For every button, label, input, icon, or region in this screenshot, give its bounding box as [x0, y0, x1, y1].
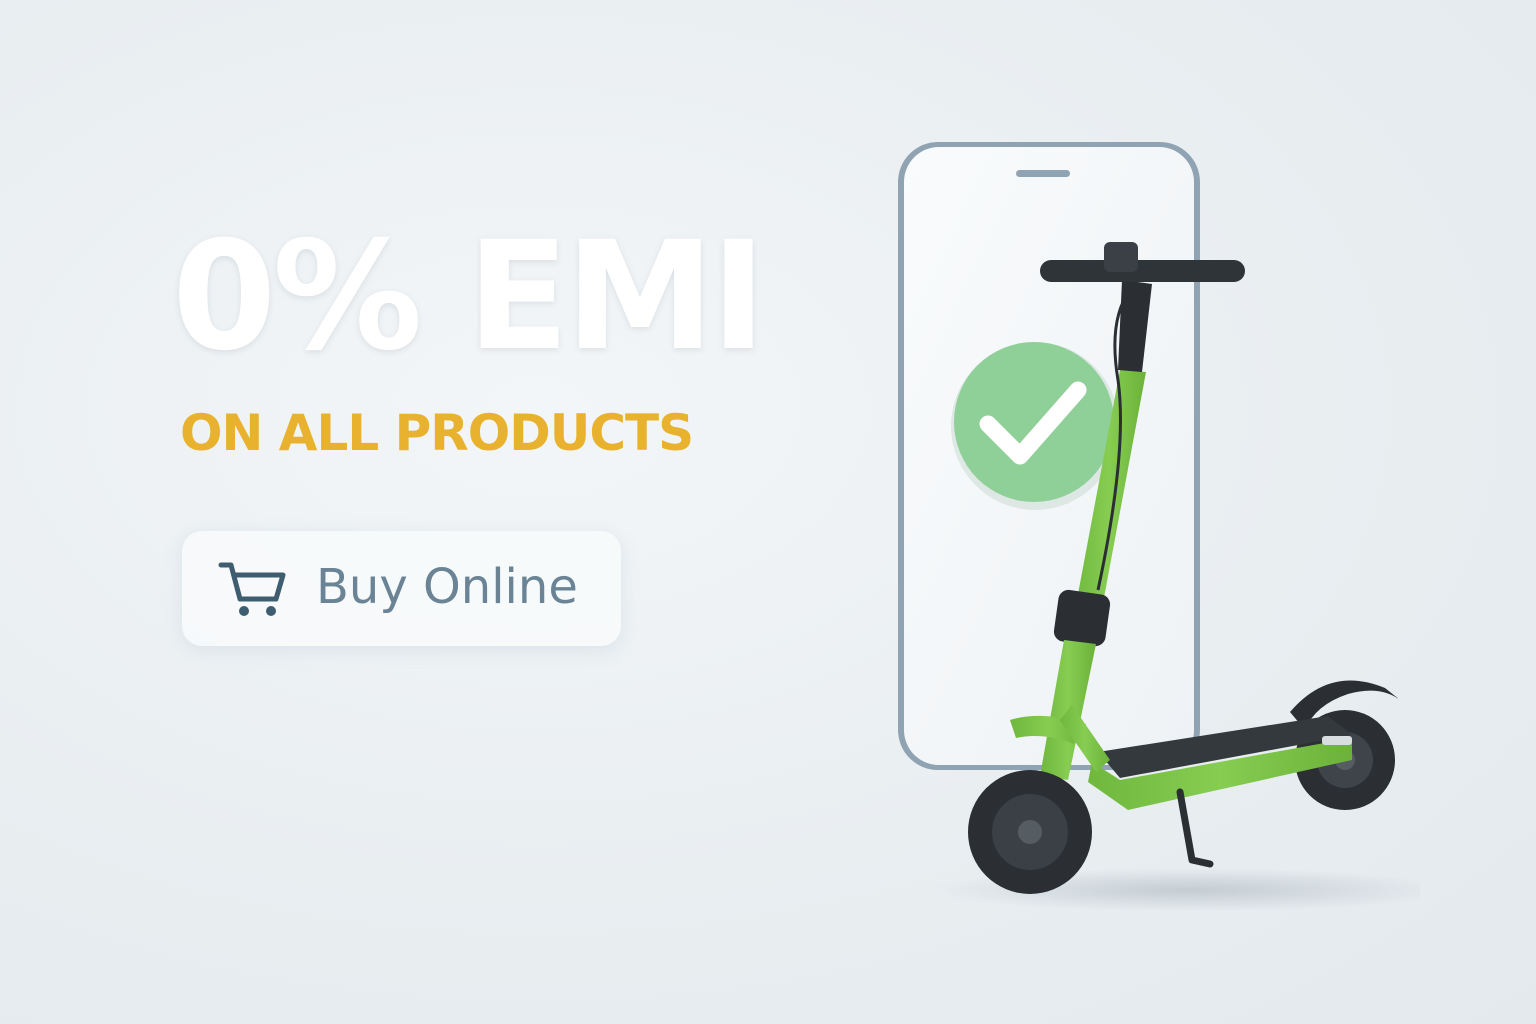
shopping-cart-icon: [218, 562, 286, 616]
emi-promo-banner: 0% EMI ON ALL PRODUCTS Buy Online: [0, 0, 1536, 1024]
buy-online-button[interactable]: Buy Online: [182, 531, 621, 646]
product-illustration: [898, 142, 1420, 910]
phone-speaker: [1016, 170, 1070, 177]
check-circle-icon: [951, 342, 1119, 510]
buy-online-label: Buy Online: [316, 559, 578, 615]
promo-headline: 0% EMI: [172, 210, 766, 384]
promo-subheadline: ON ALL PRODUCTS: [180, 404, 694, 462]
